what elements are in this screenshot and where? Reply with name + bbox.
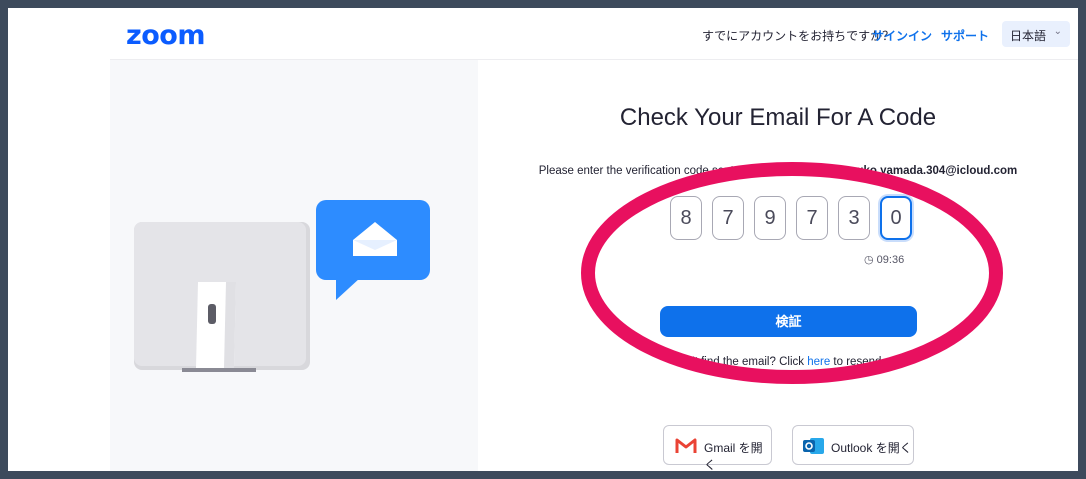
- support-link[interactable]: サポート: [941, 27, 989, 44]
- verify-button[interactable]: 検証: [660, 306, 917, 337]
- clock-icon: ◷: [864, 254, 874, 266]
- code-digit-4[interactable]: 7: [796, 196, 828, 240]
- illustration-panel: [110, 60, 478, 471]
- email-address: yuko.yamada.304@icloud.com: [850, 165, 1018, 177]
- timer-value: 09:36: [876, 254, 905, 266]
- code-digit-6[interactable]: 0: [880, 196, 912, 240]
- gmail-label: Gmail を開く: [704, 441, 763, 471]
- signin-link[interactable]: サインイン: [872, 27, 932, 44]
- resend-link[interactable]: here: [807, 356, 830, 368]
- open-outlook-button[interactable]: Outlook を開く: [792, 425, 914, 465]
- outlook-label: Outlook を開く: [831, 441, 912, 455]
- computer-illustration: [134, 200, 430, 372]
- code-digit-3[interactable]: 9: [754, 196, 786, 240]
- code-digit-5[interactable]: 3: [838, 196, 870, 240]
- language-label: 日本語: [1010, 29, 1047, 43]
- page-title: Check Your Email For A Code: [619, 104, 937, 131]
- countdown-timer: ◷ 09:36: [864, 253, 904, 266]
- instruction-prefix: Please enter the verification code sent …: [538, 165, 851, 177]
- account-question: すでにアカウントをお持ちですか？: [702, 29, 895, 43]
- resend-prefix: Can't find the email? Click: [671, 356, 808, 368]
- zoom-logo[interactable]: zoom: [126, 22, 205, 50]
- gmail-icon: [675, 438, 697, 453]
- open-gmail-button[interactable]: Gmail を開く: [663, 425, 772, 471]
- code-digit-2[interactable]: 7: [712, 196, 744, 240]
- chevron-down-icon: ⌄: [1053, 26, 1062, 37]
- resend-text: Can't find the email? Click here to rese…: [478, 356, 1078, 368]
- outlook-icon: [803, 438, 824, 454]
- resend-suffix: to resend.: [830, 356, 885, 368]
- instruction-text: Please enter the verification code sent …: [478, 165, 1078, 177]
- code-digit-1[interactable]: 8: [670, 196, 702, 240]
- language-select[interactable]: 日本語 ⌄: [1002, 21, 1070, 47]
- page-frame: zoom すでにアカウントをお持ちですか？ サインイン サポート 日本語 ⌄ C…: [8, 8, 1078, 471]
